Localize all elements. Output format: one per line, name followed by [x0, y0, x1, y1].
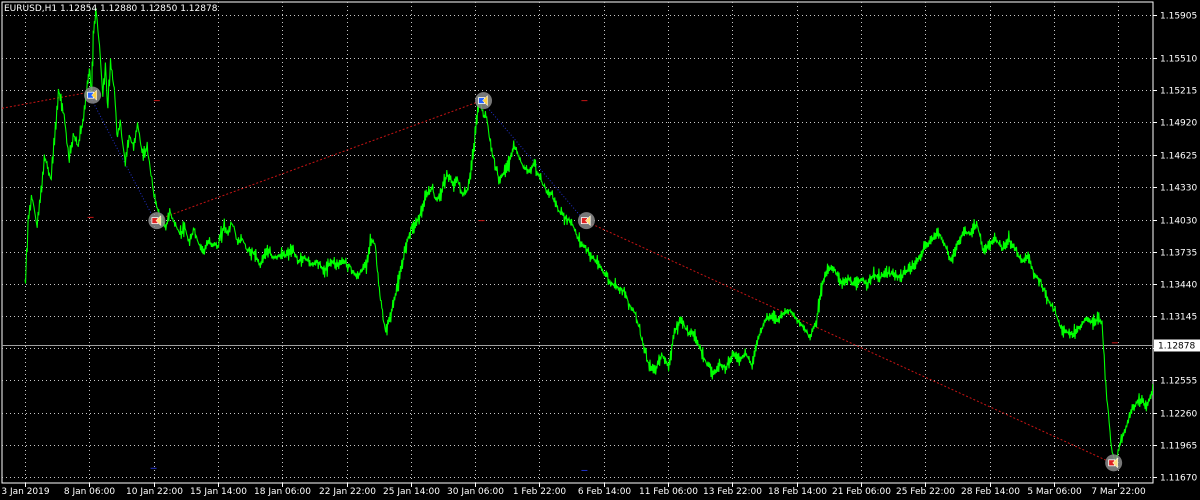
- x-tick-label: 8 Jan 06:00: [64, 487, 116, 497]
- y-tick-label: 1.11965: [1160, 442, 1197, 452]
- y-tick-label: 1.14330: [1160, 184, 1197, 194]
- y-tick-label: 1.12260: [1160, 410, 1197, 420]
- chart-window[interactable]: 1.15905 1.15510 1.15215 1.14920 1.14625 1.143…: [0, 0, 1200, 500]
- x-tick-label: 22 Jan 22:00: [319, 487, 376, 497]
- y-tick-label: 1.13440: [1160, 281, 1197, 291]
- trade-close-line: [90, 97, 156, 221]
- trade-open-line: [154, 100, 482, 222]
- y-tick-label: 1.14625: [1160, 152, 1197, 162]
- x-tick-label: 10 Jan 22:00: [126, 487, 183, 497]
- x-tick-label: 21 Feb 06:00: [832, 487, 891, 497]
- y-tick-label: 1.14920: [1160, 119, 1197, 129]
- y-tick-label: 1.13735: [1160, 249, 1197, 259]
- y-tick-label: 1.15215: [1160, 87, 1197, 97]
- x-tick-label: 13 Feb 22:00: [703, 487, 762, 497]
- y-tick-label: 1.12555: [1160, 377, 1197, 387]
- x-tick-label: 15 Jan 14:00: [190, 487, 247, 497]
- x-tick-label: 1 Feb 22:00: [513, 487, 567, 497]
- price-series-line: [24, 7, 1153, 467]
- x-tick-label: 25 Feb 22:00: [896, 487, 955, 497]
- trade-open-line: [1, 91, 91, 109]
- y-tick-label: 1.15510: [1160, 55, 1197, 65]
- symbol-info: EURUSD,H1 1.12854 1.12880 1.12850 1.1287…: [4, 4, 218, 14]
- plot-frame: [1, 1, 1154, 484]
- x-tick-label: 18 Jan 06:00: [254, 487, 311, 497]
- trade-close-line: [481, 100, 585, 221]
- x-tick-label: 3 Jan 2019: [1, 487, 49, 497]
- x-tick-label: 28 Feb 14:00: [961, 487, 1020, 497]
- x-tick-label: 11 Feb 06:00: [639, 487, 698, 497]
- x-tick-label: 30 Jan 06:00: [447, 487, 504, 497]
- current-price-label: 1.12878: [1158, 342, 1195, 352]
- x-tick-label: 5 Mar 06:00: [1027, 487, 1082, 497]
- x-tick-label: 18 Feb 14:00: [768, 487, 827, 497]
- x-tick-label: 6 Feb 14:00: [578, 487, 632, 497]
- x-tick-label: 7 Mar 22:00: [1091, 487, 1146, 497]
- trade-open-line: [584, 220, 1112, 464]
- y-tick-label: 1.13145: [1160, 313, 1197, 323]
- y-tick-label: 1.11670: [1160, 474, 1197, 484]
- y-tick-label: 1.15905: [1160, 12, 1197, 22]
- y-tick-label: 1.14030: [1160, 217, 1197, 227]
- price-chart[interactable]: 1.15905 1.15510 1.15215 1.14920 1.14625 1.143…: [0, 0, 1200, 500]
- x-tick-label: 25 Jan 14:00: [383, 487, 440, 497]
